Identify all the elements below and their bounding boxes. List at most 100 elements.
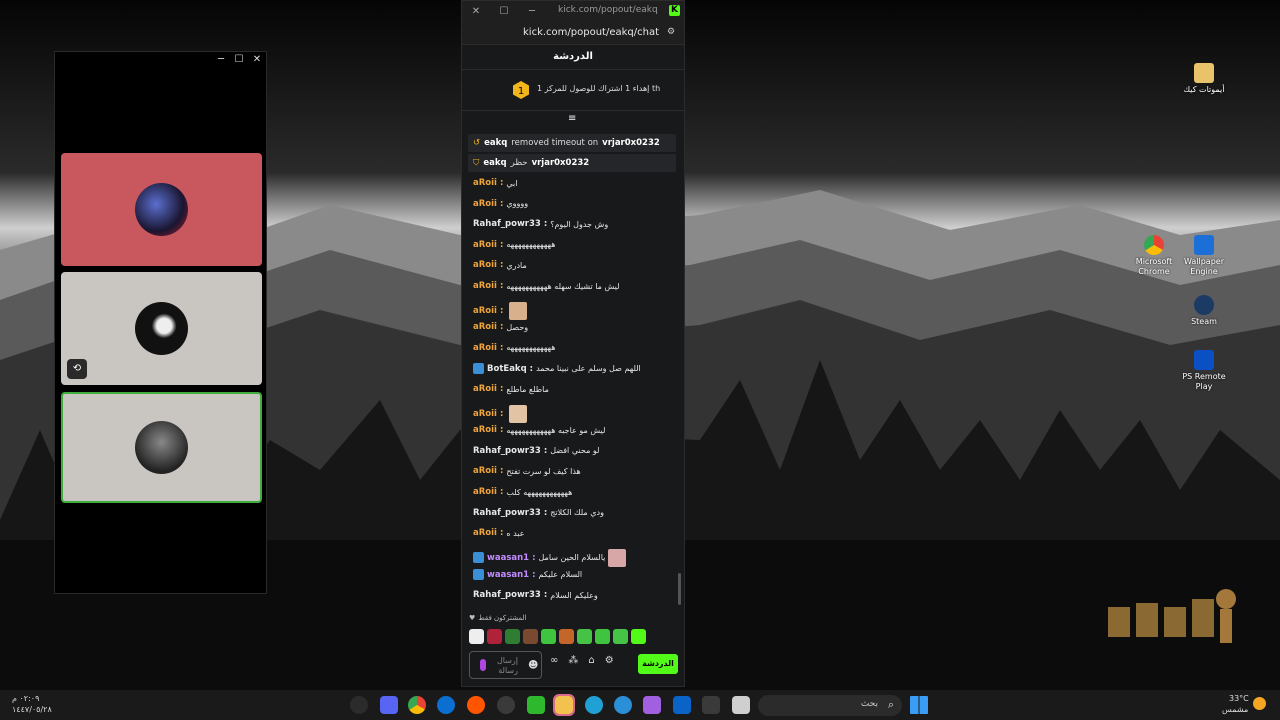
app-icon-help[interactable] [614, 696, 632, 714]
app-icon-task-view[interactable] [732, 696, 750, 714]
desktop-icon-wallpaper-engine[interactable]: Wallpaper Engine [1180, 235, 1228, 277]
pinned-toggle-icon[interactable]: ≡ [568, 113, 576, 124]
chat-username[interactable]: BotEakq [487, 364, 527, 374]
app-icon-settings[interactable] [497, 696, 515, 714]
system-message-user[interactable]: eakq [483, 158, 506, 168]
desktop-icon-label: Microsoft Chrome [1135, 257, 1173, 276]
chat-separator: : [543, 445, 548, 456]
app-icon-hp[interactable] [437, 696, 455, 714]
close-button[interactable]: ✕ [248, 52, 266, 68]
emote-red-icon[interactable] [487, 629, 502, 644]
chat-username[interactable]: aRoii [473, 487, 497, 497]
chat-send-button[interactable]: الدردشة [638, 654, 678, 674]
emote-ghost-icon[interactable] [469, 629, 484, 644]
desktop-icon-chrome[interactable]: Microsoft Chrome [1130, 235, 1178, 277]
emote-frog-icon[interactable] [505, 629, 520, 644]
weather-temperature[interactable]: 33°C [1229, 694, 1249, 703]
chat-username[interactable]: Rahaf_powr33 [473, 508, 541, 518]
chat-separator: : [543, 507, 548, 518]
app-icon-outlook[interactable] [673, 696, 691, 714]
chat-username[interactable]: waasan1 [487, 553, 529, 563]
store-icon[interactable]: ⌂ [588, 655, 594, 666]
chat-username[interactable]: aRoii [473, 425, 497, 435]
emote-face-icon[interactable] [523, 629, 538, 644]
chat-username[interactable]: waasan1 [487, 570, 529, 580]
chat-username[interactable]: aRoii [473, 306, 497, 316]
chat-separator: : [529, 363, 534, 374]
clock-time[interactable]: ٠٢:٠٩ م [12, 694, 39, 703]
app-icon-store[interactable] [702, 696, 720, 714]
screen-share-icon[interactable]: ⟲ [67, 359, 87, 379]
chat-username[interactable]: aRoii [473, 240, 497, 250]
maximize-button[interactable]: ☐ [230, 52, 248, 68]
chat-username[interactable]: aRoii [473, 178, 497, 188]
system-message-user[interactable]: eakq [484, 138, 507, 148]
chat-username[interactable]: aRoii [473, 199, 497, 209]
desktop-icon-steam[interactable]: Steam [1180, 295, 1228, 327]
participant-tile-1[interactable] [61, 153, 262, 266]
steam-icon [1194, 295, 1214, 315]
chat-username[interactable]: Rahaf_powr33 [473, 219, 541, 229]
chat-message: waasan1: يالسلام الحين سامل [473, 548, 627, 567]
desktop-icon-kick-emotes[interactable]: أيموتات كيك [1180, 63, 1228, 95]
emote-clover-icon[interactable] [577, 629, 592, 644]
emote-smile-icon[interactable] [631, 629, 646, 644]
chat-message-text: ههههههههههههه [506, 240, 556, 250]
app-icon-soundcloud[interactable] [467, 696, 485, 714]
minimize-button[interactable]: ─ [212, 52, 230, 68]
call-window-titlebar: ─ ☐ ✕ [55, 52, 266, 68]
emote-slime-icon[interactable] [541, 629, 556, 644]
app-icon-chrome[interactable] [408, 696, 426, 714]
participant-tile-3[interactable] [61, 392, 262, 503]
system-message-target[interactable]: vrjar0x0232 [602, 138, 660, 148]
avatar [135, 183, 188, 236]
close-button[interactable]: ✕ [462, 6, 490, 17]
chat-username[interactable]: aRoii [473, 409, 497, 419]
emote-cat-icon[interactable] [613, 629, 628, 644]
chat-separator: : [543, 219, 548, 230]
system-message-target[interactable]: vrjar0x0232 [532, 158, 590, 168]
chat-input-placeholder: إرسال رسالة [496, 656, 518, 675]
app-icon-edge[interactable] [585, 696, 603, 714]
weather-condition[interactable]: مشمس [1222, 705, 1248, 714]
address-bar[interactable]: kick.com/popout/eakq/chat ⚙ [462, 22, 684, 45]
app-icon-file-explorer[interactable] [553, 694, 575, 716]
emote-box-icon[interactable] [559, 629, 574, 644]
chat-username[interactable]: Rahaf_powr33 [473, 446, 541, 456]
chat-username[interactable]: aRoii [473, 384, 497, 394]
site-settings-icon[interactable]: ⚙ [667, 27, 678, 38]
chat-scrollbar[interactable] [678, 573, 681, 605]
app-icon-discord[interactable] [380, 696, 398, 714]
desktop-icon-ps-remote-play[interactable]: PS Remote Play [1180, 350, 1228, 392]
chat-separator: : [499, 384, 504, 394]
participant-tile-2[interactable]: ⟲ [61, 272, 262, 385]
emote-chat-icon[interactable] [595, 629, 610, 644]
chat-separator: : [499, 408, 504, 419]
emoji-picker-icon[interactable]: ☻ [528, 660, 538, 671]
taskbar-search[interactable]: بحث ⌕ [758, 695, 902, 716]
people-icon[interactable]: ⁂ [568, 655, 578, 666]
start-button-windows-icon[interactable] [910, 696, 928, 714]
chat-username[interactable]: aRoii [473, 322, 497, 332]
chat-message-input[interactable]: إرسال رسالة ☻ [469, 651, 542, 679]
chat-username[interactable]: aRoii [473, 343, 497, 353]
subscribers-only-label: ♥ المشتركون فقط [469, 614, 526, 622]
chat-username[interactable]: aRoii [473, 528, 497, 538]
minimize-button[interactable]: ─ [518, 6, 546, 17]
chat-username[interactable]: aRoii [473, 260, 497, 270]
emote-quick-bar [469, 629, 646, 644]
chat-username[interactable]: Rahaf_powr33 [473, 590, 541, 600]
sub-goal-banner[interactable]: 1 إهداء 1 اشتراك للوصول للمركز 1 th [462, 70, 684, 111]
maximize-button[interactable]: ☐ [490, 6, 518, 17]
badge-icon [473, 552, 484, 564]
chat-separator: : [499, 178, 504, 188]
chat-username[interactable]: aRoii [473, 466, 497, 476]
app-icon-copilot[interactable] [643, 696, 661, 714]
infinity-icon[interactable]: ∞ [550, 655, 558, 666]
search-icon: ⌕ [887, 698, 894, 711]
clock-date[interactable]: ١٤٤٧/٠٥/٢٨ [12, 705, 52, 714]
chat-username[interactable]: aRoii [473, 281, 497, 291]
app-icon-obs[interactable] [350, 696, 368, 714]
app-icon-green[interactable] [527, 696, 545, 714]
settings-gear-icon[interactable]: ⚙ [605, 655, 614, 666]
